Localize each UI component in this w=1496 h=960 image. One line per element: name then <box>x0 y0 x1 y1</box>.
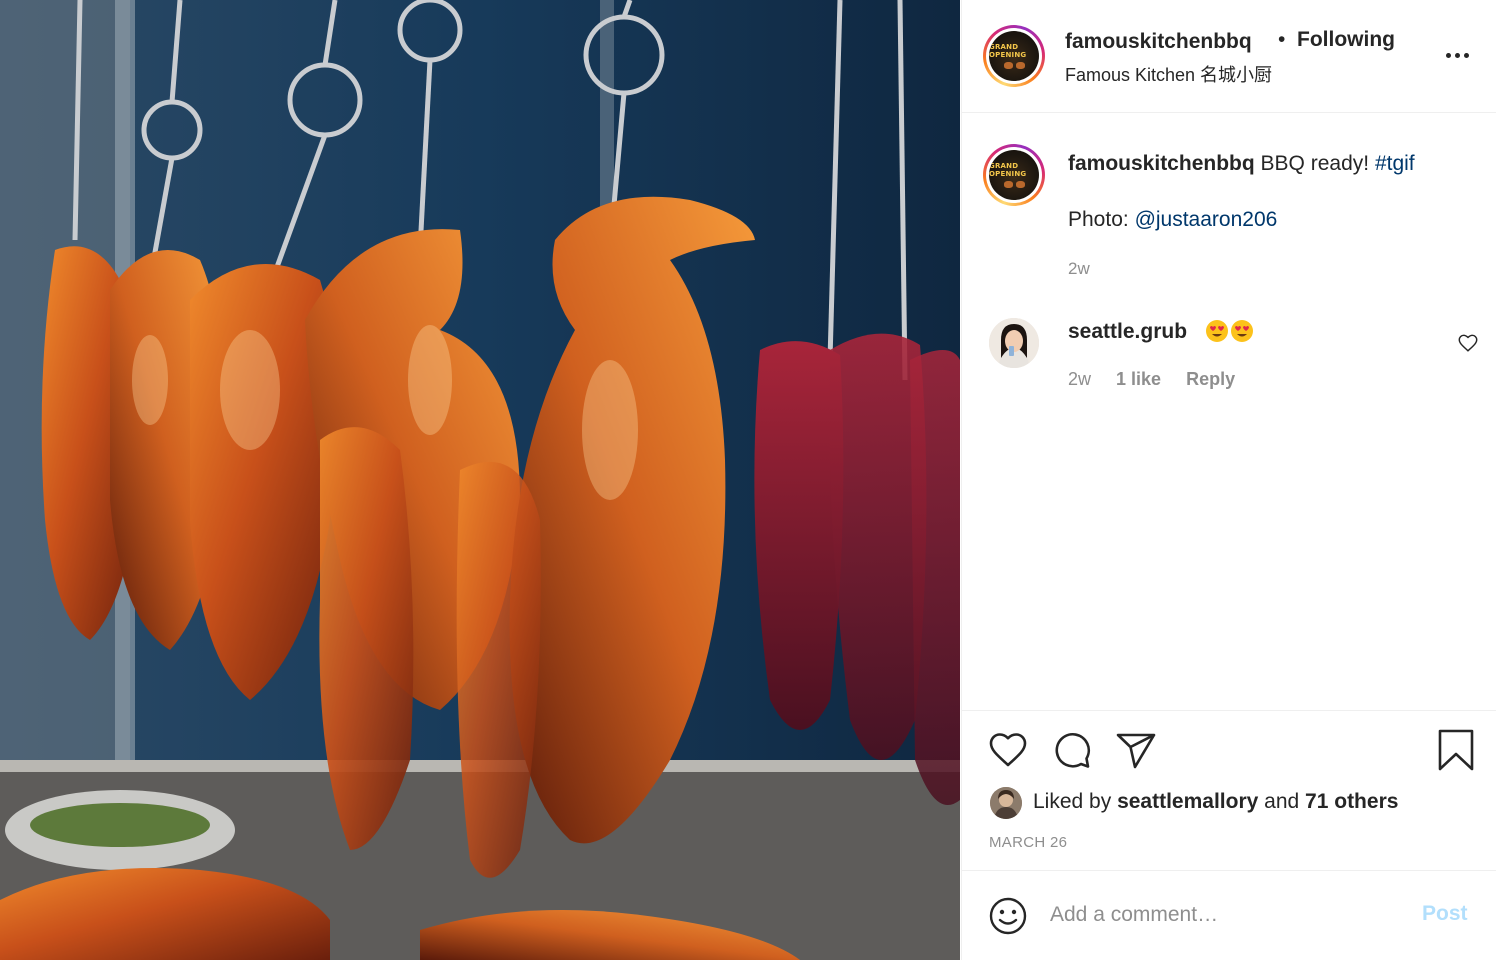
comment-like-heart-icon[interactable] <box>1457 332 1479 354</box>
comment-reply-button[interactable]: Reply <box>1186 369 1235 389</box>
comment-username[interactable]: seattle.grub <box>1068 320 1187 344</box>
liker-avatar[interactable] <box>990 787 1022 819</box>
photo-label: Photo: <box>1068 208 1129 231</box>
heart-icon[interactable] <box>986 728 1030 772</box>
liked-by-user[interactable]: seattlemallory <box>1117 790 1258 813</box>
comment-likes-count[interactable]: 1 like <box>1116 369 1161 389</box>
caption-timestamp[interactable]: 2w <box>1068 259 1090 279</box>
author-username[interactable]: famouskitchenbbq <box>1065 30 1252 54</box>
commenter-avatar[interactable] <box>989 318 1039 368</box>
post-comment-button[interactable]: Post <box>1422 902 1468 926</box>
liked-by-prefix: Liked by <box>1033 790 1112 813</box>
post-photo[interactable] <box>0 0 960 960</box>
paper-plane-icon[interactable] <box>1114 728 1158 772</box>
photo-credit-mention[interactable]: @justaaron206 <box>1135 208 1278 231</box>
ellipsis-icon[interactable] <box>1442 40 1472 70</box>
liked-by-and: and <box>1264 790 1300 813</box>
emoji-picker-icon[interactable] <box>988 896 1028 936</box>
add-comment-input[interactable] <box>1050 896 1410 934</box>
header-separator: • <box>1278 28 1286 51</box>
location-link[interactable]: Famous Kitchen 名城小厨 <box>1065 61 1272 87</box>
heart-eyes-emoji-icon <box>1231 320 1253 342</box>
post-side-panel: GRAND OPENING famouskitchenbbq • Followi… <box>961 0 1496 960</box>
caption-username[interactable]: famouskitchenbbq <box>1068 152 1255 175</box>
liked-by-line: Liked by seattlemallory and 71 others <box>1033 790 1398 814</box>
comment-timestamp[interactable]: 2w <box>1068 369 1091 389</box>
comment-box-divider <box>962 870 1496 871</box>
author-avatar[interactable]: GRAND OPENING <box>983 25 1045 87</box>
comment-emoji <box>1205 319 1254 343</box>
hashtag-link[interactable]: #tgif <box>1375 152 1415 175</box>
avatar-badge-text: GRAND OPENING <box>989 43 1027 59</box>
caption-body: BBQ ready! <box>1260 152 1370 175</box>
roast-duck-photo-illustration <box>0 0 960 960</box>
post-header: GRAND OPENING famouskitchenbbq • Followi… <box>962 0 1496 113</box>
following-button[interactable]: Following <box>1297 28 1395 52</box>
liked-by-others[interactable]: 71 others <box>1305 790 1398 813</box>
comment-icon[interactable] <box>1050 728 1094 772</box>
actions-divider <box>962 710 1496 711</box>
bookmark-icon[interactable] <box>1434 728 1478 772</box>
avatar-badge-text: GRAND OPENING <box>989 162 1027 178</box>
heart-eyes-emoji-icon <box>1206 320 1228 342</box>
comment-meta: 2w 1 like Reply <box>1068 369 1255 390</box>
photo-credit-line: Photo: @justaaron206 <box>1068 208 1277 232</box>
caption-text: famouskitchenbbq BBQ ready! #tgif <box>1068 152 1415 176</box>
post-date[interactable]: MARCH 26 <box>989 834 1067 851</box>
caption-author-avatar[interactable]: GRAND OPENING <box>983 144 1045 206</box>
